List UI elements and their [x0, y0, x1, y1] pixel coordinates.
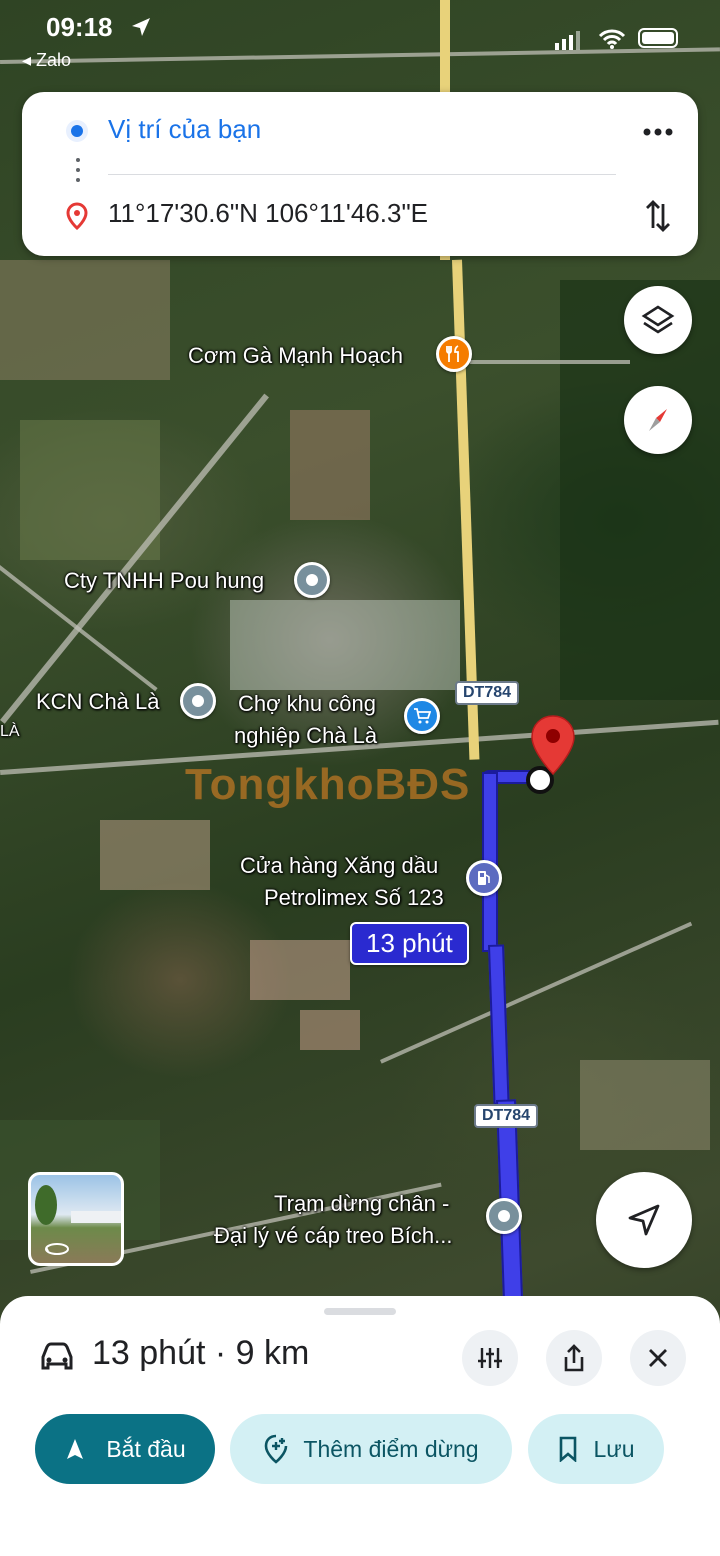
- street-view-thumbnail[interactable]: [28, 1172, 124, 1266]
- status-bar: 09:18 ◂ Zalo: [0, 0, 720, 80]
- map-field: [0, 260, 170, 380]
- more-options-button[interactable]: [640, 114, 676, 150]
- poi-label-gas-station[interactable]: Cửa hàng Xăng dầu: [240, 852, 438, 880]
- map-field: [100, 820, 210, 890]
- map-field: [580, 1060, 710, 1150]
- route-summary: 13 phút · 9 km: [92, 1334, 310, 1372]
- bookmark-icon: [559, 1436, 576, 1462]
- poi-label-gas-station-line2[interactable]: Petrolimex Số 123: [264, 884, 444, 912]
- poi-label-market[interactable]: Chợ khu công: [238, 690, 376, 718]
- building-shape: [71, 1211, 121, 1223]
- wifi-icon: [598, 29, 626, 49]
- poi-label-company[interactable]: Cty TNHH Pou hung: [64, 567, 264, 595]
- car-icon: [41, 1342, 73, 1370]
- restaurant-icon[interactable]: [436, 336, 472, 372]
- place-icon[interactable]: [180, 683, 216, 719]
- add-location-icon: [265, 1434, 288, 1464]
- map-field: [250, 940, 350, 1000]
- compass-icon: [649, 409, 667, 431]
- shopping-cart-icon[interactable]: [404, 698, 440, 734]
- navigation-arrow-icon: [628, 1204, 660, 1236]
- back-app-label: Zalo: [36, 50, 72, 70]
- rotate-360-icon: [45, 1243, 69, 1255]
- map-field: [20, 420, 160, 560]
- route-dots: [76, 158, 80, 186]
- close-button[interactable]: [630, 1330, 686, 1386]
- close-icon: [649, 1349, 667, 1367]
- status-time: 09:18: [46, 12, 113, 42]
- layers-button[interactable]: [624, 286, 692, 354]
- more-horizontal-icon: [643, 128, 673, 136]
- save-label: Lưu: [593, 1435, 635, 1462]
- gas-station-icon[interactable]: [466, 860, 502, 896]
- factory-block: [230, 600, 460, 690]
- blue-dot-icon: [66, 120, 88, 142]
- poi-label-rest-stop[interactable]: Trạm dừng chân -: [274, 1190, 449, 1218]
- map-field: [290, 410, 370, 520]
- red-pin-icon: [66, 202, 88, 230]
- road: [470, 360, 630, 364]
- poi-label-rest-stop-line2[interactable]: Đại lý vé cáp treo Bích...: [214, 1222, 452, 1250]
- recenter-button[interactable]: [596, 1172, 692, 1268]
- poi-label-restaurant[interactable]: Cơm Gà Mạnh Hoạch: [188, 342, 403, 370]
- start-button[interactable]: Bắt đầu: [35, 1414, 215, 1484]
- route-time-badge[interactable]: 13 phút: [350, 922, 469, 965]
- place-icon[interactable]: [294, 562, 330, 598]
- signal-icon: [555, 31, 580, 50]
- navigation-icon: [67, 1439, 84, 1459]
- place-icon[interactable]: [486, 1198, 522, 1234]
- share-icon: [564, 1344, 584, 1372]
- road-shield-dt784: DT784: [474, 1104, 539, 1128]
- divider: [108, 174, 616, 175]
- origin-field[interactable]: Vị trí của bạn: [108, 114, 261, 145]
- tune-icon: [478, 1348, 502, 1368]
- route-bottom-sheet[interactable]: 13 phút · 9 km Bắt đầu Thêm điểm dừng Lư…: [0, 1296, 720, 1556]
- poi-label-market-line2[interactable]: nghiệp Chà Là: [234, 722, 377, 750]
- route-options-button[interactable]: [462, 1330, 518, 1386]
- route-line: [488, 944, 510, 1105]
- compass-button[interactable]: [624, 386, 692, 454]
- add-stop-label: Thêm điểm dừng: [303, 1435, 479, 1462]
- start-label: Bắt đầu: [106, 1435, 186, 1462]
- swap-vertical-icon: [646, 200, 670, 232]
- directions-card: Vị trí của bạn 11°17'30.6"N 106°11'46.3"…: [22, 92, 698, 256]
- share-button[interactable]: [546, 1330, 602, 1386]
- add-stop-button[interactable]: Thêm điểm dừng: [230, 1414, 512, 1484]
- edge-label: LÀ: [0, 723, 20, 740]
- layers-icon: [641, 305, 675, 334]
- tree-shape: [35, 1185, 57, 1225]
- location-arrow-icon: [132, 18, 150, 36]
- drag-handle[interactable]: [324, 1308, 396, 1315]
- battery-icon: [638, 28, 678, 48]
- save-button[interactable]: Lưu: [528, 1414, 664, 1484]
- red-pin-icon[interactable]: [530, 714, 576, 781]
- poi-label-industrial-park[interactable]: KCN Chà Là: [36, 688, 160, 716]
- swap-button[interactable]: [640, 196, 676, 236]
- watermark: TongkhoBĐS: [185, 760, 471, 809]
- road-shield-dt784: DT784: [455, 681, 520, 705]
- map-field: [300, 1010, 360, 1050]
- destination-field[interactable]: 11°17'30.6"N 106°11'46.3"E: [108, 198, 428, 229]
- back-to-app-link[interactable]: ◂ Zalo: [22, 50, 71, 71]
